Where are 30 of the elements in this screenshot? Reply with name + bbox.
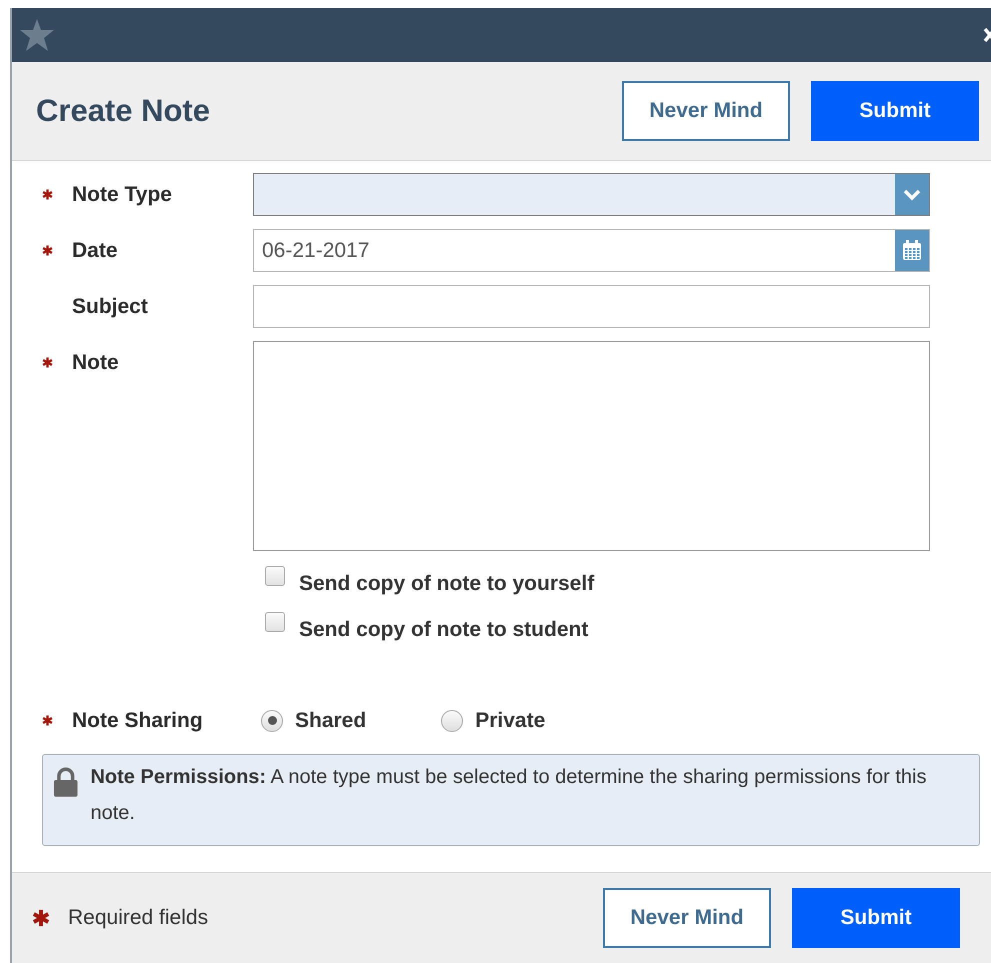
submit-button[interactable]: Submit [811,81,979,141]
field-label: Note [72,350,119,374]
permissions-text: Note Permissions: A note type must be selected to determine the sharing permissions for this note. [90,765,928,826]
required-fields-note: Required fields [68,906,208,930]
field-label: Subject [72,294,148,318]
calendar-icon[interactable] [902,240,922,261]
close-icon[interactable] [983,26,991,44]
checkbox[interactable] [265,566,285,586]
note-field[interactable] [253,341,930,551]
star-logo-icon [18,17,56,53]
radio-button[interactable] [441,710,464,732]
field-label: Date [72,238,118,262]
field-label: Note Sharing [72,708,203,732]
radio-label: Private [475,708,546,732]
cancel-button[interactable]: Never Mind [622,81,790,141]
date-field[interactable]: 06-21-2017 [253,229,930,272]
chevron-down-icon [903,188,921,200]
radio-label: Shared [295,708,366,732]
lock-icon [53,767,78,797]
required-icon [32,909,50,927]
submit-button[interactable]: Submit [792,888,960,948]
radio-button[interactable] [261,710,283,732]
subject-field[interactable] [253,285,930,328]
dialog-title: Create Note [36,93,210,129]
note-type-select[interactable] [253,173,930,216]
checkbox-label: Send copy of note to yourself [299,572,594,596]
field-label: Note Type [72,182,172,206]
checkbox[interactable] [265,612,285,632]
cancel-button[interactable]: Never Mind [603,888,771,948]
checkbox-label: Send copy of note to student [299,618,588,642]
